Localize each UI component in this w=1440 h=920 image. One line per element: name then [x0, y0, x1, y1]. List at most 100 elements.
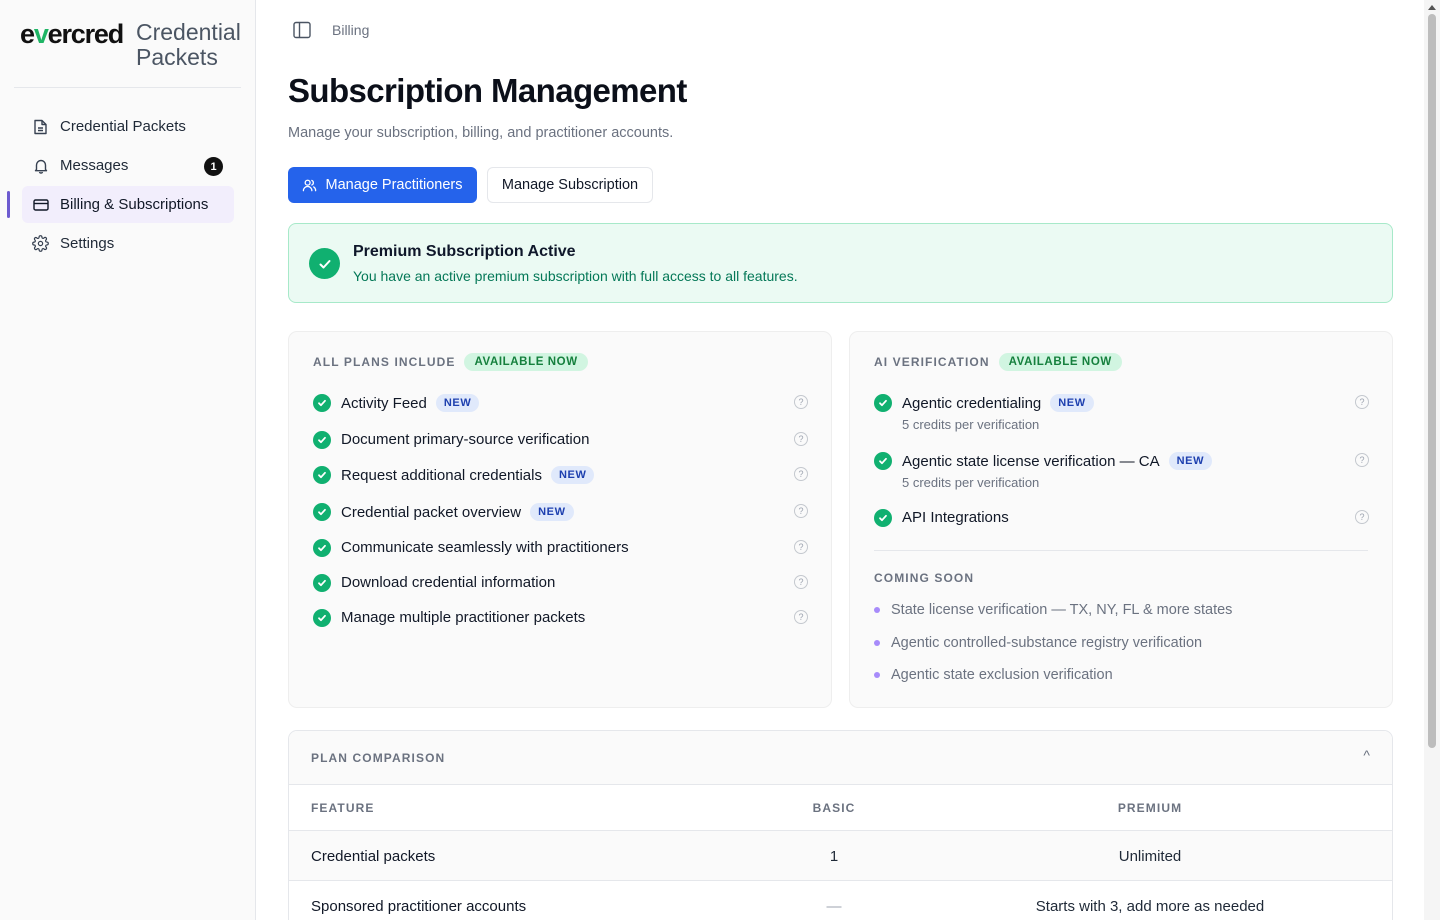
plan-comparison-title: PLAN COMPARISON: [311, 751, 446, 765]
help-icon[interactable]: ?: [794, 395, 808, 409]
new-badge: NEW: [435, 394, 480, 412]
unread-count-badge: 1: [204, 157, 223, 176]
page-subtitle: Manage your subscription, billing, and p…: [288, 125, 674, 141]
brand[interactable]: evercred Credential Packets: [20, 18, 245, 74]
feature-name: Activity Feed NEW: [341, 394, 480, 412]
help-icon[interactable]: ?: [794, 504, 808, 518]
sidebar-item-billing[interactable]: Billing & Subscriptions: [7, 186, 234, 223]
feature-subtext: 5 credits per verification: [902, 417, 1040, 432]
bullet-dot: [874, 607, 880, 613]
feature-label: API Integrations: [902, 509, 1009, 526]
sidebar-item-label: Settings: [60, 235, 115, 252]
credit-card-icon: [32, 196, 49, 213]
new-badge: NEW: [530, 503, 574, 521]
feature-name: Agentic credentialing NEW: [902, 394, 1094, 412]
feature-item: Download credential information?: [313, 573, 808, 595]
help-icon[interactable]: ?: [794, 467, 808, 481]
subscription-status-alert: Premium Subscription Active You have an …: [288, 223, 1393, 303]
new-badge: NEW: [1050, 394, 1094, 412]
sidebar-item-credential-packets[interactable]: Credential Packets: [22, 108, 234, 145]
feature-label: Agentic state license verification — CA: [902, 452, 1160, 470]
availability-badge: AVAILABLE NOW: [464, 353, 588, 371]
check-circle-icon: [309, 248, 340, 279]
bullet-dot: [874, 640, 880, 646]
feature-item: Credential packet overview NEW?: [313, 502, 808, 524]
sidebar: evercred Credential Packets Credential P…: [0, 0, 256, 920]
premium-cell: Starts with 3, add more as needed: [1035, 898, 1265, 915]
feature-name: Credential packet overview NEW: [341, 503, 574, 521]
feature-name: Document primary-source verification: [341, 431, 589, 448]
help-icon[interactable]: ?: [794, 610, 808, 624]
feature-item: Activity Feed NEW?: [313, 393, 808, 415]
sidebar-item-settings[interactable]: Settings: [22, 225, 234, 262]
feature-label: Credential packet overview: [341, 503, 522, 521]
main-content: Billing Subscription Management Manage y…: [256, 0, 1424, 920]
evercred-logo: evercred: [20, 19, 124, 49]
topbar: Billing: [292, 20, 369, 40]
table-row: Sponsored practitioner accounts — Starts…: [289, 881, 1392, 920]
bell-icon: [32, 157, 49, 174]
coming-soon-title: COMING SOON: [874, 571, 975, 585]
users-icon: [302, 178, 317, 193]
coming-soon-item: State license verification — TX, NY, FL …: [874, 602, 1232, 618]
plan-comparison-header[interactable]: PLAN COMPARISON ^: [289, 731, 1392, 785]
plan-comparison: PLAN COMPARISON ^ FEATURE BASIC PREMIUM …: [288, 730, 1393, 920]
premium-cell: Unlimited: [1118, 848, 1182, 865]
sidebar-item-messages[interactable]: Messages 1: [22, 147, 234, 184]
feature-label: Activity Feed: [341, 394, 427, 412]
check-circle-icon: [874, 509, 892, 527]
check-circle-icon: [874, 452, 892, 470]
help-icon[interactable]: ?: [1355, 395, 1369, 409]
column-header-feature: FEATURE: [311, 801, 375, 815]
feature-item: Manage multiple practitioner packets?: [313, 608, 808, 630]
scroll-up-arrow-icon[interactable]: [1428, 5, 1436, 10]
feature-item: Communicate seamlessly with practitioner…: [313, 538, 808, 560]
check-circle-icon: [313, 431, 331, 449]
product-name: Credential Packets: [136, 19, 241, 70]
active-indicator: [7, 191, 10, 218]
manage-practitioners-button[interactable]: Manage Practitioners: [288, 167, 477, 203]
feature-label: Document primary-source verification: [341, 431, 590, 448]
column-header-basic: BASIC: [812, 801, 856, 815]
all-plans-card: ALL PLANS INCLUDE AVAILABLE NOW Activity…: [288, 331, 832, 708]
feature-name: Communicate seamlessly with practitioner…: [341, 539, 629, 556]
sidebar-item-label: Credential Packets: [60, 118, 186, 135]
gear-icon: [32, 235, 49, 252]
check-circle-icon: [313, 609, 331, 627]
page-scrollbar[interactable]: [1424, 0, 1440, 920]
alert-title: Premium Subscription Active: [353, 243, 576, 260]
chevron-up-icon[interactable]: ^: [1363, 747, 1370, 763]
coming-soon-label: State license verification — TX, NY, FL …: [891, 602, 1233, 618]
feature-label: Communicate seamlessly with practitioner…: [341, 539, 629, 556]
check-circle-icon: [313, 466, 331, 484]
sidebar-toggle-icon[interactable]: [292, 20, 312, 40]
sidebar-divider: [14, 87, 241, 88]
section-divider: [874, 550, 1368, 551]
feature-name: Manage multiple practitioner packets: [341, 609, 585, 626]
scrollbar-thumb[interactable]: [1428, 14, 1436, 748]
column-header-premium: PREMIUM: [1117, 801, 1183, 815]
feature-item: API Integrations?: [874, 508, 1369, 530]
manage-subscription-button[interactable]: Manage Subscription: [487, 167, 653, 203]
feature-subtext: 5 credits per verification: [902, 475, 1040, 490]
breadcrumb[interactable]: Billing: [332, 22, 369, 38]
availability-badge: AVAILABLE NOW: [998, 353, 1122, 371]
feature-name: Request additional credentials NEW: [341, 466, 595, 484]
check-circle-icon: [313, 503, 331, 521]
help-icon[interactable]: ?: [1355, 453, 1369, 467]
help-icon[interactable]: ?: [794, 432, 808, 446]
check-circle-icon: [313, 394, 331, 412]
feature-label: Request additional credentials: [341, 466, 542, 484]
alert-description: You have an active premium subscription …: [353, 268, 798, 284]
feature-label: Download credential information: [341, 574, 556, 591]
table-row: Credential packets 1 Unlimited: [289, 831, 1392, 881]
card-header: ALL PLANS INCLUDE AVAILABLE NOW: [313, 353, 588, 371]
bullet-dot: [874, 672, 880, 678]
help-icon[interactable]: ?: [1355, 510, 1369, 524]
help-icon[interactable]: ?: [794, 540, 808, 554]
feature-cell: Sponsored practitioner accounts: [311, 898, 527, 915]
feature-item: Agentic state license verification — CA N…: [874, 451, 1369, 490]
help-icon[interactable]: ?: [794, 575, 808, 589]
feature-name: Agentic state license verification — CA N…: [902, 452, 1213, 470]
feature-name: Download credential information: [341, 574, 555, 591]
